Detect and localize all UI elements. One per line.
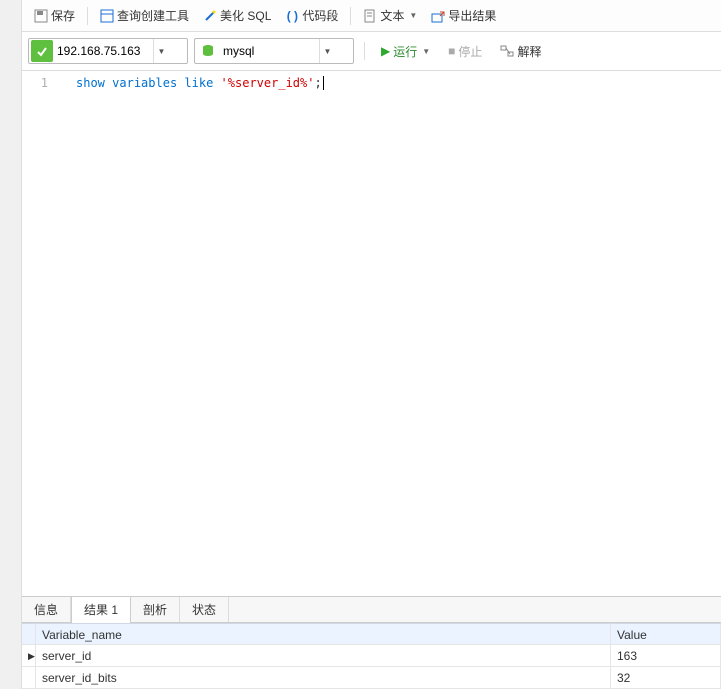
run-label: 运行 (393, 43, 417, 60)
connection-bar: ▼ ▼ ▶ 运行 ▼ ■ 停止 解释 (22, 32, 721, 71)
export-label: 导出结果 (448, 7, 496, 24)
result-tabs: 信息 结果 1 剖析 状态 (22, 596, 721, 623)
beautify-sql-button[interactable]: 美化 SQL (197, 4, 277, 27)
grid-header: Variable_name Value (22, 623, 721, 645)
save-icon (34, 9, 48, 23)
row-pointer: ▶ (22, 645, 36, 667)
table-row[interactable]: server_id_bits 32 (22, 667, 721, 689)
database-input[interactable] (219, 44, 319, 58)
cell-value[interactable]: 32 (611, 667, 721, 689)
left-gutter-strip (0, 0, 22, 689)
beautify-sql-label: 美化 SQL (220, 7, 271, 24)
save-label: 保存 (51, 7, 75, 24)
code-snippet-button[interactable]: ( ) 代码段 (279, 4, 344, 27)
tab-profile[interactable]: 剖析 (131, 597, 180, 622)
column-header-value[interactable]: Value (611, 623, 721, 645)
separator (364, 42, 365, 60)
main-toolbar: 保存 查询创建工具 美化 SQL ( ) 代码段 文本 ▼ 导出结果 (22, 0, 721, 32)
explain-label: 解释 (517, 43, 541, 60)
grid-corner (22, 623, 36, 645)
connection-combo[interactable]: ▼ (28, 38, 188, 64)
database-dropdown[interactable]: ▼ (319, 39, 335, 63)
tab-result-1[interactable]: 结果 1 (71, 596, 131, 623)
connection-input[interactable] (53, 44, 153, 58)
sql-string: '%server_id%' (221, 76, 315, 90)
play-icon: ▶ (381, 44, 390, 58)
query-builder-button[interactable]: 查询创建工具 (94, 4, 195, 27)
sql-keyword: show (76, 76, 105, 90)
wand-icon (203, 9, 217, 23)
stop-icon: ■ (448, 44, 455, 58)
cell-variable-name[interactable]: server_id_bits (36, 667, 611, 689)
separator (350, 7, 351, 25)
chevron-down-icon: ▼ (422, 47, 430, 56)
database-combo[interactable]: ▼ (194, 38, 354, 64)
sql-keyword: like (184, 76, 213, 90)
database-icon (197, 40, 219, 62)
sql-text: ; (314, 76, 321, 90)
code-snippet-label: 代码段 (302, 7, 338, 24)
cell-value[interactable]: 163 (611, 645, 721, 667)
tab-info[interactable]: 信息 (22, 597, 71, 622)
code-area[interactable]: show variables like '%server_id%'; (62, 71, 721, 596)
result-grid: Variable_name Value ▶ server_id 163 serv… (22, 623, 721, 689)
row-pointer (22, 667, 36, 689)
document-icon (363, 9, 377, 23)
stop-label: 停止 (458, 43, 482, 60)
connection-icon (31, 40, 53, 62)
sql-editor[interactable]: 1 show variables like '%server_id%'; (22, 71, 721, 596)
export-icon (431, 9, 445, 23)
run-button[interactable]: ▶ 运行 ▼ (375, 40, 436, 63)
tab-status[interactable]: 状态 (180, 597, 229, 622)
line-gutter: 1 (22, 71, 62, 596)
column-header-variable-name[interactable]: Variable_name (36, 623, 611, 645)
stop-button: ■ 停止 (442, 40, 488, 63)
connection-dropdown[interactable]: ▼ (153, 39, 169, 63)
line-number: 1 (22, 75, 62, 91)
query-builder-label: 查询创建工具 (117, 7, 189, 24)
parentheses-icon: ( ) (285, 9, 299, 23)
explain-button[interactable]: 解释 (494, 40, 547, 63)
text-cursor (323, 76, 324, 90)
chevron-down-icon: ▼ (409, 11, 417, 20)
separator (87, 7, 88, 25)
save-button[interactable]: 保存 (28, 4, 81, 27)
cell-variable-name[interactable]: server_id (36, 645, 611, 667)
text-label: 文本 (380, 7, 404, 24)
explain-icon (500, 44, 514, 58)
sql-keyword: variables (112, 76, 177, 90)
text-button[interactable]: 文本 ▼ (357, 4, 423, 27)
table-row[interactable]: ▶ server_id 163 (22, 645, 721, 667)
export-button[interactable]: 导出结果 (425, 4, 502, 27)
query-builder-icon (100, 9, 114, 23)
